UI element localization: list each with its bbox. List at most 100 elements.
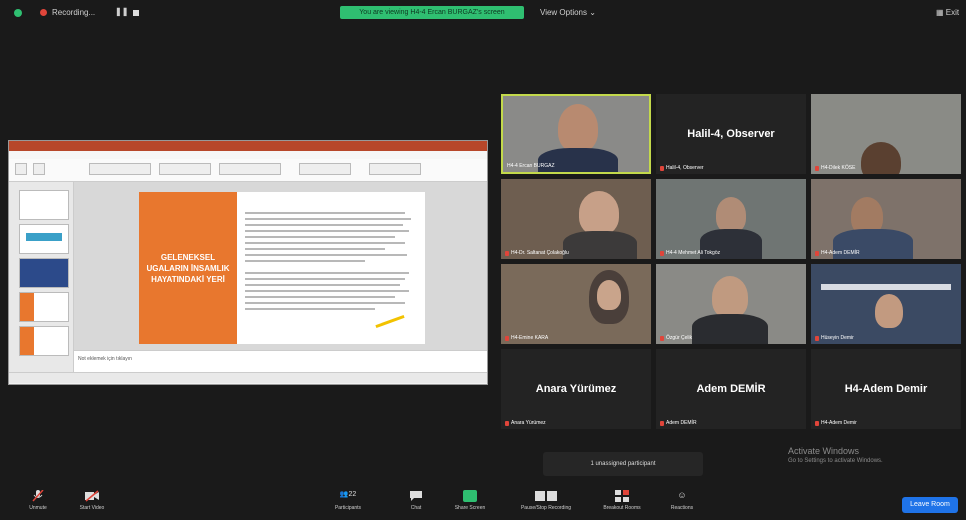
start-video-button[interactable]: Start Video [62,490,122,511]
camera-off-icon [85,490,99,502]
pause-recording-label: Pause/Stop Recording [520,505,572,511]
participant-name: Özgür Çelik [666,335,693,341]
shield-icon[interactable] [14,9,22,17]
participants-icon: 👥22 [339,491,357,498]
muted-mic-icon [505,335,509,341]
exit-fullscreen-button[interactable]: ▦ Exit [936,8,959,17]
record-icon [40,9,47,16]
participant-tile[interactable]: H4-Dilek KÖSE [811,94,961,174]
slide-thumbnails-pane [9,182,74,372]
muted-mic-icon [815,335,819,341]
slide-thumbnail [19,292,69,322]
participant-name: Halil-4, Observer [666,165,704,171]
pause-stop-icon [534,490,558,502]
muted-mic-icon [505,420,509,426]
ppt-ribbon [9,159,487,182]
participant-name: H4-Adem Demir [821,420,857,426]
participant-face [875,294,903,328]
participant-face [579,191,619,235]
ppt-title-bar [9,141,487,151]
arrange-controls [299,163,351,175]
slide-thumbnail [19,258,69,288]
breakout-rooms-icon [615,490,629,502]
participant-tile[interactable]: H4-4 Ercan BURGAZ [501,94,651,174]
participant-tile[interactable]: H4-4 Mehmet Ali Tokgöz [656,179,806,259]
participant-face [712,276,748,318]
stop-recording-icon[interactable] [133,10,139,16]
annotation-mark [375,314,405,329]
reactions-label: Reactions [670,505,694,511]
participant-name: H4-Dilek KÖSE [821,165,856,171]
paste-icon [15,163,27,175]
breakout-rooms-button[interactable]: Breakout Rooms [592,490,652,511]
paragraph-controls [159,163,211,175]
participant-tile[interactable]: Adem DEMİR Adem DEMİR [656,349,806,429]
participant-name: Adem DEMİR [666,420,697,426]
participant-name: Hüseyin Demir [821,335,854,341]
editing-controls [369,163,421,175]
pause-recording-icon[interactable]: ❚❚ [115,7,128,16]
participant-display-name: H4-Adem Demir [844,383,928,395]
participant-tile[interactable]: H4-Dr. Saltanat Çolakoğlu [501,179,651,259]
shared-screen[interactable]: GELENEKSEL UGALARIN İNSAMLIK HAYATINDAKİ… [8,140,488,385]
participant-name: H4-4 Ercan BURGAZ [507,163,555,169]
muted-mic-icon [660,335,664,341]
muted-mic-icon [660,250,664,256]
muted-mic-icon [660,420,664,426]
participant-face [558,104,598,152]
slide-thumbnail [19,224,69,254]
font-controls [89,163,151,175]
participants-button[interactable]: 👥22 Participants [318,490,378,511]
share-screen-icon [463,490,477,502]
leave-room-button[interactable]: Leave Room [902,497,958,513]
participant-tile[interactable]: Halil-4, Observer Halil-4, Observer [656,94,806,174]
participant-name: H4-Dr. Saltanat Çolakoğlu [511,250,569,256]
muted-mic-icon [815,250,819,256]
microphone-muted-icon [31,489,45,502]
ppt-status-bar [9,372,487,383]
watermark-title: Activate Windows [788,446,860,456]
participant-tile[interactable]: Özgür Çelik [656,264,806,344]
participant-tile[interactable]: Hüseyin Demir [811,264,961,344]
participant-display-name: Adem DEMİR [696,383,766,395]
unmute-button[interactable]: Unmute [8,489,68,511]
participant-face [716,197,746,233]
unmute-label: Unmute [29,505,47,511]
participant-name: H4-Adem DEMİR [821,250,860,256]
start-video-label: Start Video [79,505,105,511]
slide-title: GELENEKSEL UGALARIN İNSAMLIK HAYATINDAKİ… [139,192,237,344]
chat-icon [409,490,423,502]
slide-notes[interactable]: Not eklemek için tıklayın [74,350,487,373]
participant-tile[interactable]: H4-Emine KARA [501,264,651,344]
breakout-rooms-label: Breakout Rooms [603,505,641,511]
pause-stop-recording-button[interactable]: Pause/Stop Recording [506,490,586,511]
drawing-controls [219,163,281,175]
participant-display-name: Anara Yürümez [535,383,617,395]
unassigned-participants-button[interactable]: 1 unassigned participant [543,452,703,476]
slide-thumbnail [19,326,69,356]
share-screen-button[interactable]: Share Screen [440,490,500,511]
meeting-top-bar: Recording... ❚❚ You are viewing H4-4 Erc… [0,0,966,26]
participant-tile[interactable]: Anara Yürümez Anara Yürümez [501,349,651,429]
chat-button[interactable]: Chat [386,490,446,511]
screen-share-banner: You are viewing H4-4 Ercan BURGAZ's scre… [340,6,524,19]
participant-face [597,280,621,310]
muted-mic-icon [815,165,819,171]
muted-mic-icon [815,420,819,426]
notes-placeholder: Not eklemek için tıklayın [78,356,132,362]
participant-name: H4-Emine KARA [511,335,549,341]
participants-label: Participants [334,505,362,511]
participant-tile[interactable]: H4-Adem DEMİR [811,179,961,259]
participant-tile[interactable]: H4-Adem Demir H4-Adem Demir [811,349,961,429]
recording-status: Recording... [52,8,96,17]
slide-thumbnail [19,190,69,220]
meeting-toolbar: Unmute Start Video 👥22 Participants Chat… [0,486,966,520]
participants-count: 22 [348,491,357,498]
chat-label: Chat [410,505,422,511]
new-slide-icon [33,163,45,175]
activate-windows-watermark: Activate Windows Go to Settings to activ… [788,446,883,464]
exit-label: Exit [945,8,960,17]
participant-name: Anara Yürümez [511,420,546,426]
view-options-button[interactable]: View Options ⌄ [540,8,596,17]
reactions-button[interactable]: ☺ Reactions [652,490,712,511]
